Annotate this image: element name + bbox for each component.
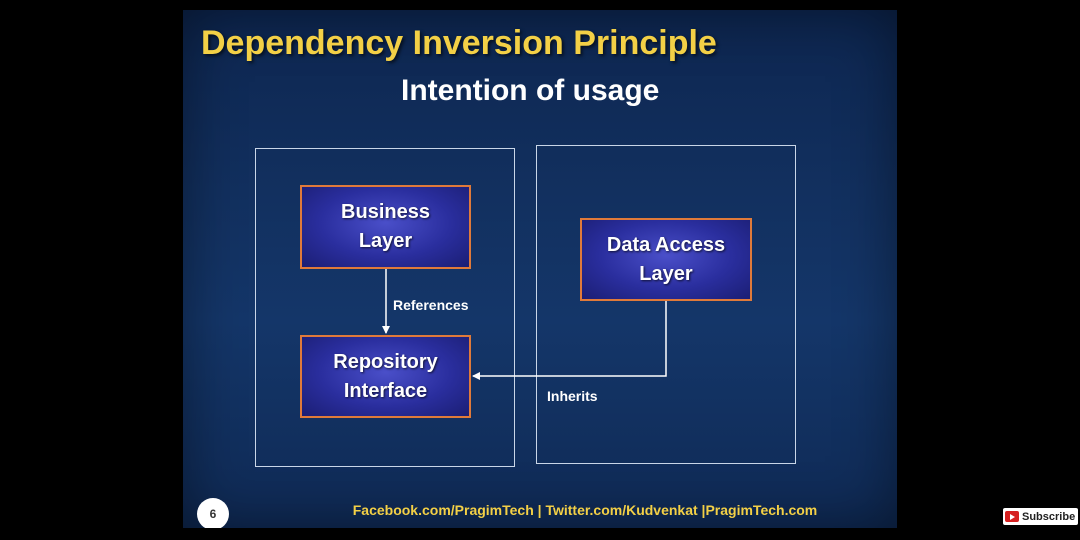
data-access-layer-label: Data Access Layer [606,233,726,285]
business-layer-label: Business Layer [341,201,430,252]
right-layer-region [536,145,796,464]
slide-footer: Facebook.com/PragimTech | Twitter.com/Ku… [183,502,897,518]
references-label: References [393,297,469,313]
slide-title: Dependency Inversion Principle [201,24,717,62]
business-layer-box: Business Layer [300,185,471,269]
footer-text: Facebook.com/PragimTech | Twitter.com/Ku… [352,502,818,518]
subscribe-button[interactable]: Subscribe [1003,508,1079,525]
repository-interface-box: Repository Interface [300,335,471,418]
video-frame: Dependency Inversion Principle Intention… [0,0,1080,540]
inherits-label: Inherits [547,388,598,404]
presentation-slide: Dependency Inversion Principle Intention… [183,10,897,528]
repository-interface-label: Repository Interface [333,350,438,402]
subscribe-label: Subscribe [1022,510,1076,523]
slide-subtitle: Intention of usage [401,74,660,107]
data-access-layer-box: Data Access Layer [580,218,752,301]
youtube-play-icon [1005,511,1019,522]
